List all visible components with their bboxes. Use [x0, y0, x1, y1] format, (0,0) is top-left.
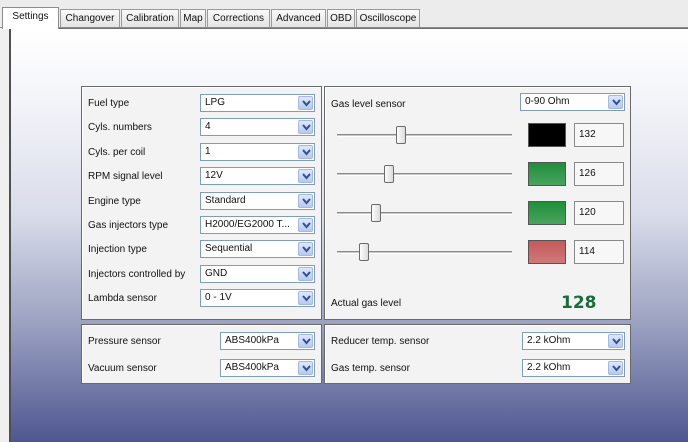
cyls-per-coil-label: Cyls. per coil — [88, 146, 146, 158]
gas-injectors-type-label: Gas injectors type — [88, 220, 169, 231]
chevron-down-icon[interactable] — [608, 334, 623, 348]
chevron-down-icon[interactable] — [298, 361, 313, 375]
injectors-controlled-by-select[interactable]: GND — [200, 264, 315, 283]
rpm-signal-level-select-value: 12V — [205, 170, 223, 182]
gas-level-slider-track[interactable] — [337, 134, 512, 137]
engine-settings-group: Fuel type LPG Cyls. numbers 4 Cyls. per coil… — [81, 86, 322, 320]
temperature-sensor-group: Reducer temp. sensor 2.2 kOhm Gas temp. se… — [324, 324, 631, 384]
tab-oscilloscope[interactable]: Oscilloscope — [356, 9, 420, 27]
gas-level-color-swatch[interactable] — [528, 162, 566, 186]
vacuum-sensor-label: Vacuum sensor — [88, 363, 157, 374]
gas-level-color-swatch[interactable] — [528, 240, 566, 264]
lambda-sensor-select[interactable]: 0 - 1V — [200, 289, 315, 308]
chevron-down-icon[interactable] — [298, 291, 313, 306]
gas-level-slider-track[interactable] — [337, 212, 512, 215]
gas-level-threshold-value: 120 — [574, 201, 624, 225]
lambda-sensor-select-value: 0 - 1V — [205, 292, 232, 304]
settings-panel: Fuel type LPG Cyls. numbers 4 Cyls. per coil… — [9, 28, 688, 442]
reducer-temp-sensor-select[interactable]: 2.2 kOhm — [522, 332, 625, 350]
cyls-numbers-select-value: 4 — [205, 121, 211, 133]
cyls-per-coil-select[interactable]: 1 — [200, 142, 315, 161]
engine-type-select[interactable]: Standard — [200, 191, 315, 210]
rpm-signal-level-label: RPM signal level — [88, 171, 163, 183]
gas-temp-sensor-label: Gas temp. sensor — [331, 363, 410, 374]
cyls-numbers-select[interactable]: 4 — [200, 118, 315, 137]
chevron-down-icon[interactable] — [298, 144, 313, 159]
reducer-temp-sensor-select-value: 2.2 kOhm — [527, 335, 571, 346]
injection-type-label: Injection type — [88, 244, 147, 256]
vacuum-sensor-select[interactable]: ABS400kPa — [220, 359, 315, 377]
chevron-down-icon[interactable] — [298, 242, 313, 257]
injectors-controlled-by-select-value: GND — [205, 267, 228, 279]
chevron-down-icon[interactable] — [298, 120, 313, 135]
gas-temp-sensor-select[interactable]: 2.2 kOhm — [522, 359, 625, 377]
chevron-down-icon[interactable] — [298, 218, 313, 232]
cyls-numbers-label: Cyls. numbers — [88, 122, 152, 134]
gas-level-slider-thumb[interactable] — [359, 243, 369, 261]
gas-level-slider-track[interactable] — [337, 173, 512, 176]
chevron-down-icon[interactable] — [608, 361, 623, 375]
vacuum-sensor-select-value: ABS400kPa — [225, 362, 279, 373]
gas-injectors-type-select[interactable]: H2000/EG2000 T... — [200, 216, 315, 234]
reducer-temp-sensor-label: Reducer temp. sensor — [331, 336, 430, 347]
tab-changover[interactable]: Changover — [60, 9, 120, 27]
injection-type-select[interactable]: Sequential — [200, 240, 315, 259]
chevron-down-icon[interactable] — [298, 266, 313, 281]
gas-level-threshold-value: 126 — [574, 162, 624, 186]
gas-level-slider-thumb[interactable] — [384, 165, 394, 183]
pressure-sensor-group: Pressure sensor ABS400kPa Vacuum sensor ABS… — [81, 324, 322, 384]
rpm-signal-level-select[interactable]: 12V — [200, 167, 315, 186]
gas-level-group: Gas level sensor 0-90 Ohm 132 126 120 114 A… — [324, 86, 631, 320]
tab-map[interactable]: Map — [180, 9, 206, 27]
tab-corrections[interactable]: Corrections — [207, 9, 270, 27]
tab-obd[interactable]: OBD — [327, 9, 355, 27]
gas-level-slider-thumb[interactable] — [371, 204, 381, 222]
pressure-sensor-label: Pressure sensor — [88, 336, 161, 347]
tab-calibration[interactable]: Calibration — [121, 9, 179, 27]
engine-type-label: Engine type — [88, 195, 141, 207]
cyls-per-coil-select-value: 1 — [205, 145, 211, 157]
fuel-type-select-value: LPG — [205, 97, 226, 108]
chevron-down-icon[interactable] — [298, 193, 313, 208]
actual-gas-level-label: Actual gas level — [331, 298, 402, 309]
gas-level-range-select[interactable]: 0-90 Ohm — [520, 93, 625, 111]
gas-injectors-type-select-value: H2000/EG2000 T... — [205, 219, 290, 230]
injection-type-select-value: Sequential — [205, 243, 253, 255]
pressure-sensor-select[interactable]: ABS400kPa — [220, 332, 315, 350]
gas-level-threshold-value: 132 — [574, 123, 624, 147]
chevron-down-icon[interactable] — [298, 96, 313, 110]
injectors-controlled-by-label: Injectors controlled by — [88, 268, 186, 280]
fuel-type-select[interactable]: LPG — [200, 94, 315, 112]
tab-settings[interactable]: Settings — [2, 7, 59, 29]
gas-level-threshold-value: 114 — [574, 240, 624, 264]
gas-level-slider-thumb[interactable] — [396, 126, 406, 144]
fuel-type-label: Fuel type — [88, 98, 130, 109]
gas-level-sensor-label: Gas level sensor — [331, 99, 406, 110]
gas-level-color-swatch[interactable] — [528, 201, 566, 225]
chevron-down-icon[interactable] — [298, 169, 313, 184]
gas-level-color-swatch[interactable] — [528, 123, 566, 147]
gas-level-range-value: 0-90 Ohm — [525, 96, 570, 107]
chevron-down-icon[interactable] — [608, 95, 623, 109]
gas-temp-sensor-select-value: 2.2 kOhm — [527, 362, 571, 373]
chevron-down-icon[interactable] — [298, 334, 313, 348]
tab-bar: Settings Changover Calibration Map Corre… — [0, 0, 688, 29]
actual-gas-level-value: 128 — [561, 293, 597, 313]
lambda-sensor-label: Lambda sensor — [88, 293, 157, 305]
pressure-sensor-select-value: ABS400kPa — [225, 335, 279, 346]
tab-advanced[interactable]: Advanced — [271, 9, 326, 27]
engine-type-select-value: Standard — [205, 194, 246, 206]
